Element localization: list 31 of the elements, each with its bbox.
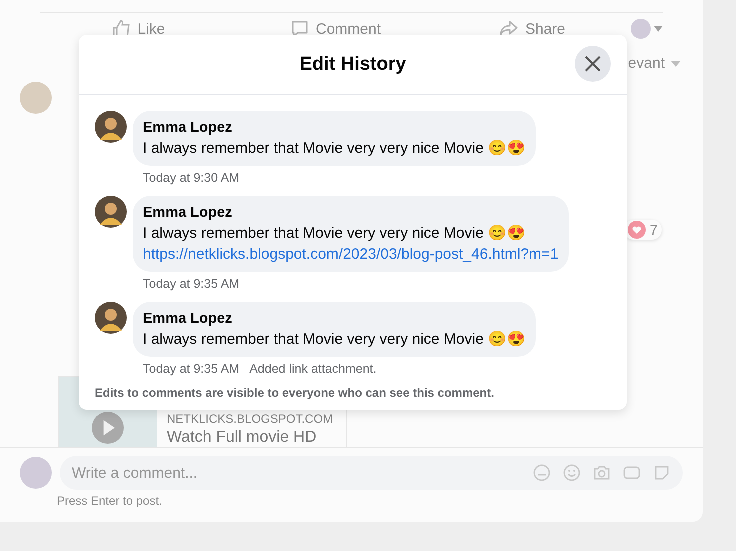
author-name: Emma Lopez: [143, 204, 234, 223]
comment-text: I always remember that Movie very very nice Movie 😊😍: [143, 224, 528, 244]
author-name: Emma Lopez: [143, 119, 234, 138]
profile-selector[interactable]: [631, 19, 663, 39]
hint-text: Press Enter to post.: [56, 493, 164, 510]
timestamp: Today at 9:35 AM: [143, 277, 240, 291]
close-icon: [584, 55, 602, 73]
avatar: [95, 111, 127, 143]
comment-text: I always remember that Movie very very nice Movie 😊😍: [143, 330, 526, 350]
camera-icon[interactable]: [593, 464, 611, 482]
avatar: [95, 196, 127, 228]
preview-domain: NETKLICKS.BLOGSPOT.COM: [167, 412, 334, 426]
timestamp: Today at 9:30 AM: [143, 171, 240, 185]
caret-icon: [671, 60, 681, 66]
smiley-icon[interactable]: [563, 464, 581, 482]
reaction-count: 7: [624, 220, 662, 240]
comment-field[interactable]: Write a comment...: [60, 456, 683, 490]
edit-note: Added link attachment.: [250, 362, 377, 376]
author-name: Emma Lopez: [143, 310, 234, 329]
caret-icon: [654, 26, 663, 32]
preview-title: Watch Full movie HD: [167, 429, 318, 447]
action-button[interactable]: Share: [434, 19, 631, 39]
comment-link[interactable]: https://netklicks.blogspot.com/2023/03/blog-post_46.html?m=1: [143, 245, 559, 265]
action-button[interactable]: Comment: [237, 19, 434, 39]
timestamp: Today at 9:35 AM: [143, 362, 240, 376]
comment-text: I always remember that Movie very very nice Movie 😊😍: [143, 139, 526, 159]
dialog-title: Edit History: [300, 54, 406, 76]
avatar: [20, 457, 52, 489]
play-icon: [92, 412, 124, 444]
avatar: [95, 302, 127, 334]
close-button[interactable]: [575, 46, 611, 82]
